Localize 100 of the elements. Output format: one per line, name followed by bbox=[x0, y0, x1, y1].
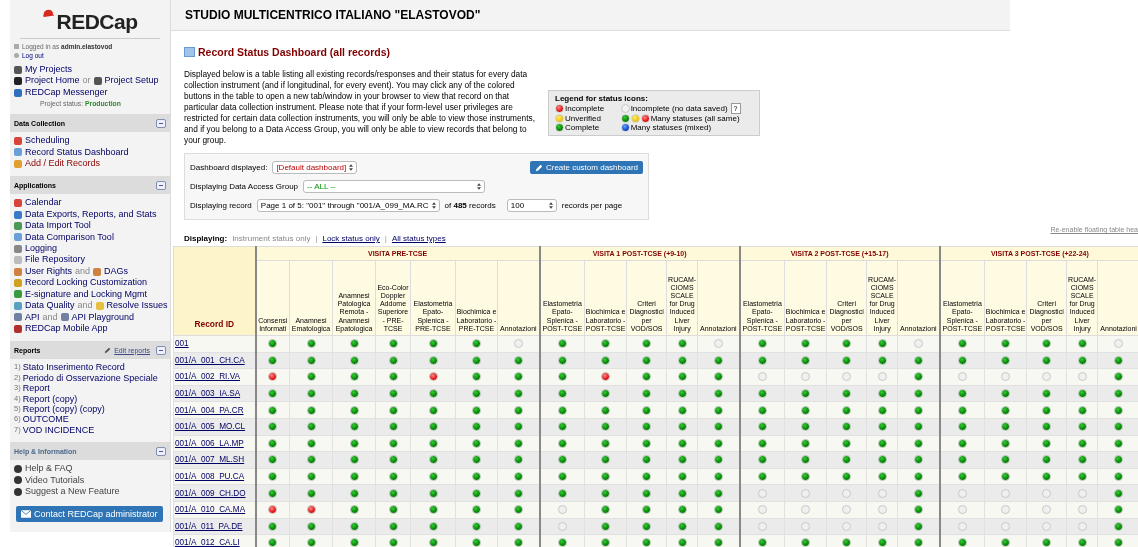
nav-link[interactable]: REDCap Messenger bbox=[25, 86, 108, 99]
status-dot-icon[interactable] bbox=[601, 521, 611, 531]
status-dot-icon[interactable] bbox=[757, 355, 767, 365]
status-dot-icon[interactable] bbox=[1042, 488, 1052, 498]
status-dot-icon[interactable] bbox=[842, 505, 852, 515]
status-dot-icon[interactable] bbox=[513, 488, 523, 498]
status-dot-icon[interactable] bbox=[472, 355, 481, 365]
status-dot-icon[interactable] bbox=[388, 455, 398, 465]
status-dot-icon[interactable] bbox=[428, 389, 438, 399]
status-dot-icon[interactable] bbox=[842, 355, 852, 365]
status-dot-icon[interactable] bbox=[349, 422, 359, 432]
nav-link[interactable]: Logging bbox=[25, 243, 58, 255]
status-dot-icon[interactable] bbox=[1114, 521, 1124, 531]
status-dot-icon[interactable] bbox=[1001, 389, 1011, 399]
status-dot-icon[interactable] bbox=[1077, 339, 1087, 349]
status-dot-icon[interactable] bbox=[957, 372, 967, 382]
nav-link[interactable]: Resolve Issues bbox=[106, 300, 168, 312]
status-dot-icon[interactable] bbox=[757, 472, 767, 482]
status-dot-icon[interactable] bbox=[428, 355, 438, 365]
nav-link[interactable]: Data Comparison Tool bbox=[25, 231, 114, 244]
status-dot-icon[interactable] bbox=[801, 389, 811, 399]
nav-link[interactable]: Report (copy) bbox=[22, 393, 78, 404]
status-dot-icon[interactable] bbox=[913, 405, 923, 415]
per-page-select[interactable]: 100 bbox=[506, 199, 557, 212]
status-dot-icon[interactable] bbox=[1077, 538, 1087, 547]
status-dot-icon[interactable] bbox=[472, 455, 481, 465]
contact-button[interactable]: Contact REDCap administrator bbox=[16, 506, 163, 523]
status-dot-icon[interactable] bbox=[1001, 538, 1011, 547]
status-dot-icon[interactable] bbox=[472, 538, 481, 547]
dag-select[interactable]: -- ALL -- bbox=[303, 180, 486, 193]
status-dot-icon[interactable] bbox=[713, 422, 723, 432]
status-dot-icon[interactable] bbox=[1077, 389, 1087, 399]
status-dot-icon[interactable] bbox=[677, 488, 687, 498]
status-dot-icon[interactable] bbox=[513, 538, 523, 547]
status-dot-icon[interactable] bbox=[842, 339, 852, 349]
status-dot-icon[interactable] bbox=[268, 422, 278, 432]
status-dot-icon[interactable] bbox=[913, 389, 923, 399]
status-dot-icon[interactable] bbox=[513, 438, 523, 448]
status-dot-icon[interactable] bbox=[842, 538, 852, 547]
nav-link[interactable]: Data Quality bbox=[25, 300, 75, 312]
status-dot-icon[interactable] bbox=[268, 505, 278, 515]
status-dot-icon[interactable] bbox=[713, 505, 723, 515]
status-dot-icon[interactable] bbox=[1001, 355, 1011, 365]
status-dot-icon[interactable] bbox=[757, 488, 767, 498]
status-dot-icon[interactable] bbox=[801, 372, 811, 382]
status-dot-icon[interactable] bbox=[472, 405, 481, 415]
status-dot-icon[interactable] bbox=[842, 455, 852, 465]
status-dot-icon[interactable] bbox=[677, 455, 687, 465]
status-dot-icon[interactable] bbox=[557, 438, 567, 448]
status-dot-icon[interactable] bbox=[913, 355, 923, 365]
nav-link[interactable]: VOD INCIDENCE bbox=[22, 424, 95, 436]
status-dot-icon[interactable] bbox=[1114, 538, 1124, 547]
status-dot-icon[interactable] bbox=[1042, 355, 1052, 365]
status-dot-icon[interactable] bbox=[601, 472, 611, 482]
status-dot-icon[interactable] bbox=[428, 488, 438, 498]
status-dot-icon[interactable] bbox=[428, 538, 438, 547]
status-dot-icon[interactable] bbox=[713, 538, 723, 547]
status-dot-icon[interactable] bbox=[957, 422, 967, 432]
display-mode-link[interactable]: Lock status only bbox=[322, 234, 380, 243]
status-dot-icon[interactable] bbox=[513, 355, 523, 365]
status-dot-icon[interactable] bbox=[801, 405, 811, 415]
status-dot-icon[interactable] bbox=[713, 488, 723, 498]
status-dot-icon[interactable] bbox=[757, 438, 767, 448]
status-dot-icon[interactable] bbox=[957, 355, 967, 365]
nav-link[interactable]: Report bbox=[22, 383, 50, 394]
status-dot-icon[interactable] bbox=[842, 472, 852, 482]
status-dot-icon[interactable] bbox=[913, 505, 923, 515]
dashboard-select[interactable]: [Default dashboard] bbox=[272, 161, 358, 174]
status-dot-icon[interactable] bbox=[388, 505, 398, 515]
status-dot-icon[interactable] bbox=[1042, 472, 1052, 482]
status-dot-icon[interactable] bbox=[1042, 372, 1052, 382]
status-dot-icon[interactable] bbox=[1077, 505, 1087, 515]
status-dot-icon[interactable] bbox=[1042, 405, 1052, 415]
status-dot-icon[interactable] bbox=[472, 521, 481, 531]
status-dot-icon[interactable] bbox=[268, 372, 278, 382]
status-dot-icon[interactable] bbox=[428, 339, 438, 349]
status-dot-icon[interactable] bbox=[913, 488, 923, 498]
status-dot-icon[interactable] bbox=[349, 389, 359, 399]
status-dot-icon[interactable] bbox=[428, 405, 438, 415]
status-dot-icon[interactable] bbox=[513, 389, 523, 399]
status-dot-icon[interactable] bbox=[1077, 422, 1087, 432]
status-dot-icon[interactable] bbox=[601, 538, 611, 547]
status-dot-icon[interactable] bbox=[913, 438, 923, 448]
status-dot-icon[interactable] bbox=[713, 389, 723, 399]
nav-link[interactable]: My Projects bbox=[25, 64, 72, 76]
status-dot-icon[interactable] bbox=[513, 505, 523, 515]
status-dot-icon[interactable] bbox=[757, 389, 767, 399]
status-dot-icon[interactable] bbox=[757, 538, 767, 547]
status-dot-icon[interactable] bbox=[306, 472, 316, 482]
status-dot-icon[interactable] bbox=[877, 505, 887, 515]
status-dot-icon[interactable] bbox=[801, 438, 811, 448]
nav-link[interactable]: Report (copy) (copy) bbox=[22, 403, 105, 415]
status-dot-icon[interactable] bbox=[957, 405, 967, 415]
status-dot-icon[interactable] bbox=[306, 538, 316, 547]
status-dot-icon[interactable] bbox=[713, 339, 723, 349]
status-dot-icon[interactable] bbox=[306, 422, 316, 432]
status-dot-icon[interactable] bbox=[801, 422, 811, 432]
status-dot-icon[interactable] bbox=[601, 355, 611, 365]
status-dot-icon[interactable] bbox=[1042, 422, 1052, 432]
status-dot-icon[interactable] bbox=[1077, 455, 1087, 465]
